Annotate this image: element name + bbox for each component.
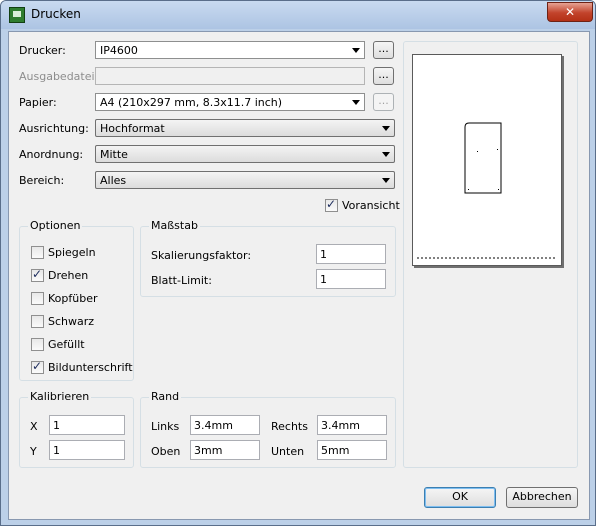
ausgabedatei-browse-button[interactable]: ... — [373, 67, 394, 85]
papier-combo[interactable]: A4 (210x297 mm, 8.3x11.7 inch) — [95, 93, 365, 111]
drucker-combo[interactable]: IP4600 — [95, 41, 365, 59]
preview-panel — [403, 41, 578, 468]
kalibrieren-y-label: Y — [30, 445, 37, 458]
skalierungsfaktor-label: Skalierungsfaktor: — [151, 249, 252, 262]
anordnung-label: Anordnung: — [19, 148, 84, 161]
ausrichtung-value: Hochformat — [100, 122, 165, 135]
dialog-client-area: Drucker: IP4600 ... Ausgabedatei: ... Pa… — [8, 31, 590, 520]
print-dialog-window: Drucken ✕ Drucker: IP4600 ... Ausgabedat… — [0, 0, 596, 526]
anordnung-combo[interactable]: Mitte — [95, 145, 395, 163]
preview-dot — [477, 151, 478, 152]
drucker-label: Drucker: — [19, 44, 66, 57]
rand-unten-label: Unten — [271, 445, 305, 458]
rand-oben-label: Oben — [151, 445, 181, 458]
drucker-browse-button[interactable]: ... — [373, 41, 394, 59]
window-title: Drucken — [31, 7, 81, 21]
anordnung-value: Mitte — [100, 148, 128, 161]
rand-title: Rand — [149, 390, 182, 403]
preview-shape — [464, 122, 502, 194]
preview-drawing — [417, 122, 557, 259]
massstab-group: Maßstab Skalierungsfaktor: 1 Blatt-Limit… — [140, 219, 396, 297]
ausgabedatei-label: Ausgabedatei: — [19, 70, 99, 83]
drehen-checkbox[interactable] — [31, 267, 44, 282]
blatt-limit-label: Blatt-Limit: — [151, 274, 212, 287]
ausgabedatei-input[interactable] — [95, 67, 365, 85]
optionen-title: Optionen — [28, 219, 83, 232]
rand-links-input[interactable]: 3.4mm — [190, 415, 260, 435]
papier-label: Papier: — [19, 96, 57, 109]
bildunterschrift-checkbox[interactable] — [31, 359, 44, 374]
drucker-value: IP4600 — [100, 44, 138, 57]
papier-browse-button[interactable]: ... — [373, 93, 394, 111]
preview-dot — [497, 149, 498, 150]
dropdown-arrow-icon — [382, 126, 390, 131]
drehen-label: Drehen — [48, 269, 89, 282]
optionen-group: Optionen Spiegeln Drehen Kopfüber Schwar… — [19, 219, 134, 381]
kopfueber-label: Kopfüber — [48, 292, 98, 305]
kopfueber-checkbox[interactable] — [31, 292, 44, 305]
close-button[interactable]: ✕ — [547, 2, 593, 22]
gefuellt-label: Gefüllt — [48, 338, 85, 351]
kalibrieren-title: Kalibrieren — [28, 390, 92, 403]
dropdown-arrow-icon — [382, 152, 390, 157]
rand-oben-input[interactable]: 3mm — [190, 440, 260, 460]
blatt-limit-input[interactable]: 1 — [316, 269, 386, 289]
printer-app-icon — [9, 7, 25, 23]
ausrichtung-combo[interactable]: Hochformat — [95, 119, 395, 137]
spiegeln-label: Spiegeln — [48, 246, 96, 259]
bereich-value: Alles — [100, 174, 127, 187]
bereich-combo[interactable]: Alles — [95, 171, 395, 189]
preview-page — [412, 54, 562, 266]
ok-button[interactable]: OK — [424, 487, 496, 508]
dropdown-arrow-icon — [352, 100, 360, 105]
preview-dot — [498, 189, 499, 190]
papier-value: A4 (210x297 mm, 8.3x11.7 inch) — [100, 96, 283, 109]
cancel-button[interactable]: Abbrechen — [506, 487, 578, 508]
kalibrieren-group: Kalibrieren X 1 Y 1 — [19, 390, 134, 468]
gefuellt-checkbox[interactable] — [31, 338, 44, 351]
kalibrieren-x-input[interactable]: 1 — [49, 415, 125, 435]
bereich-label: Bereich: — [19, 174, 65, 187]
rand-unten-input[interactable]: 5mm — [317, 440, 387, 460]
title-bar[interactable]: Drucken ✕ — [1, 1, 595, 29]
massstab-title: Maßstab — [149, 219, 200, 232]
bildunterschrift-label: Bildunterschrift — [48, 361, 133, 374]
rand-rechts-input[interactable]: 3.4mm — [317, 415, 387, 435]
schwarz-label: Schwarz — [48, 315, 95, 328]
skalierungsfaktor-input[interactable]: 1 — [316, 244, 386, 264]
rand-rechts-label: Rechts — [271, 420, 308, 433]
voransicht-checkbox[interactable] — [325, 197, 338, 212]
rand-links-label: Links — [151, 420, 180, 433]
kalibrieren-y-input[interactable]: 1 — [49, 440, 125, 460]
spiegeln-checkbox[interactable] — [31, 246, 44, 259]
preview-dot — [468, 189, 469, 190]
voransicht-label: Voransicht — [342, 199, 400, 212]
dropdown-arrow-icon — [352, 48, 360, 53]
ausrichtung-label: Ausrichtung: — [19, 122, 89, 135]
dropdown-arrow-icon — [382, 178, 390, 183]
schwarz-checkbox[interactable] — [31, 315, 44, 328]
kalibrieren-x-label: X — [30, 420, 38, 433]
rand-group: Rand Links 3.4mm Rechts 3.4mm Oben 3mm U… — [140, 390, 396, 468]
